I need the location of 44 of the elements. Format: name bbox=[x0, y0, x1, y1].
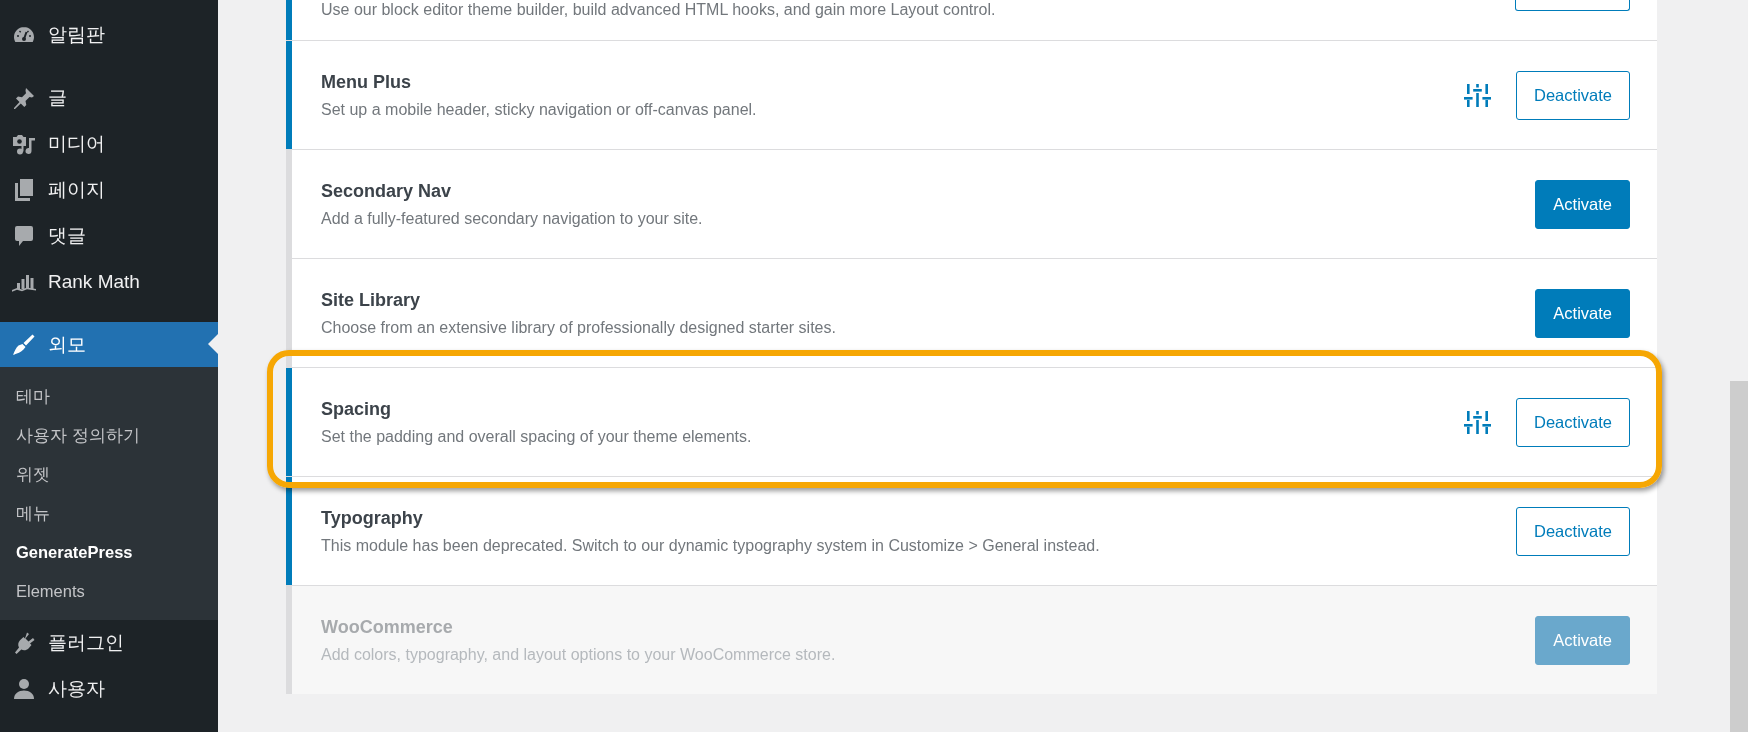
scrollbar-thumb[interactable] bbox=[1730, 381, 1748, 732]
menu-item[interactable]: Rank Math bbox=[0, 259, 218, 305]
submenu-item[interactable]: Elements bbox=[0, 572, 218, 611]
user-icon bbox=[12, 677, 36, 701]
module-title: Secondary Nav bbox=[321, 179, 453, 203]
menu-item[interactable]: 글 bbox=[0, 75, 218, 121]
menu-item[interactable]: 알림판 bbox=[0, 12, 218, 58]
module-description: Set up a mobile header, sticky navigation or off-canvas panel. bbox=[321, 99, 758, 120]
pages-icon bbox=[12, 178, 36, 202]
deactivate-button[interactable]: Deactivate bbox=[1516, 70, 1630, 120]
menu-item[interactable]: 사용자 bbox=[0, 666, 218, 712]
settings-sliders-icon[interactable] bbox=[1464, 410, 1492, 434]
partial-button[interactable] bbox=[1515, 0, 1630, 11]
module-title: Typography bbox=[321, 506, 424, 530]
menu-item[interactable]: 플러그인 bbox=[0, 620, 218, 666]
activate-button[interactable]: Activate bbox=[1535, 179, 1630, 229]
module-description: Add a fully-featured secondary navigation to your site. bbox=[321, 208, 704, 229]
module-description: This module has been deprecated. Switch to our dynamic typography system in Customize > General instead. bbox=[321, 535, 1101, 556]
camera-and-note-icon bbox=[12, 132, 36, 156]
submenu-item[interactable]: 사용자 정의하기 bbox=[0, 416, 218, 455]
deactivate-button[interactable]: Deactivate bbox=[1516, 397, 1630, 447]
submenu-item[interactable]: 테마 bbox=[0, 377, 218, 416]
pushpin-icon bbox=[12, 86, 36, 110]
module-title: Site Library bbox=[321, 288, 422, 312]
module-title: Menu Plus bbox=[321, 70, 412, 94]
module-description: Use our block editor theme builder, build advanced HTML hooks, and gain more Layout control. bbox=[321, 0, 997, 20]
module-description: Choose from an extensive library of professionally designed starter sites. bbox=[321, 317, 837, 338]
menu-item[interactable]: 페이지 bbox=[0, 167, 218, 213]
settings-sliders-icon[interactable] bbox=[1464, 83, 1492, 107]
deactivate-button[interactable]: Deactivate bbox=[1516, 506, 1630, 556]
module-description: Set the padding and overall spacing of your theme elements. bbox=[321, 426, 753, 447]
menu-item[interactable]: 외모 bbox=[0, 322, 218, 367]
submenu-item[interactable]: GeneratePress bbox=[0, 533, 218, 572]
plug-icon bbox=[12, 631, 36, 655]
submenu-item[interactable]: 위젯 bbox=[0, 455, 218, 494]
submenu-item[interactable]: 메뉴 bbox=[0, 494, 218, 533]
module-description: Add colors, typography, and layout options to your WooCommerce store. bbox=[321, 644, 837, 665]
activate-button[interactable]: Activate bbox=[1535, 288, 1630, 338]
module-title: Spacing bbox=[321, 397, 392, 421]
paintbrush-icon bbox=[12, 332, 36, 357]
menu-item[interactable]: 미디어 bbox=[0, 121, 218, 167]
speech-bubble-icon bbox=[12, 224, 36, 248]
module-title: WooCommerce bbox=[321, 615, 454, 639]
menu-item[interactable]: 댓글 bbox=[0, 213, 218, 259]
